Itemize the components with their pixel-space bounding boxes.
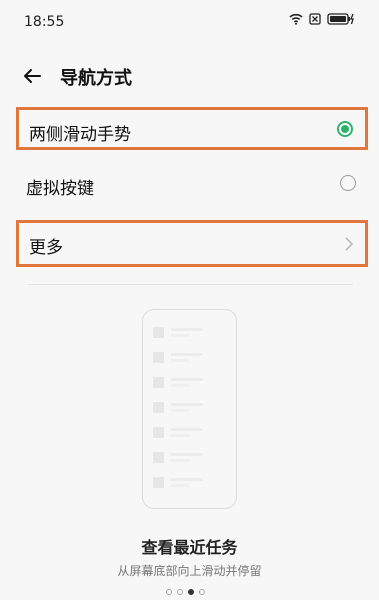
more-label: 更多 (29, 238, 63, 258)
page-dot[interactable] (177, 589, 183, 595)
preview-subtitle: 从屏幕底部向上滑动并停留 (117, 564, 262, 578)
more-settings-row[interactable]: 更多 (16, 220, 368, 267)
phone-illustration (142, 309, 237, 509)
option-gesture-navigation[interactable]: 两侧滑动手势 (16, 107, 368, 150)
page-dot[interactable] (199, 589, 205, 595)
sim-off-icon (309, 13, 321, 25)
option-label: 虚拟按键 (26, 179, 94, 199)
radio-selected-icon[interactable] (337, 121, 353, 137)
illustration-row (153, 402, 223, 416)
page-dot-active[interactable] (188, 589, 194, 595)
illustration-row (153, 427, 223, 441)
chevron-right-icon (345, 237, 354, 251)
option-virtual-keys[interactable]: 虚拟按键 (16, 164, 368, 206)
preview-title: 查看最近任务 (141, 538, 238, 557)
title-bar: 导航方式 (0, 58, 379, 94)
status-bar: 18:55 (0, 0, 379, 44)
page-dot[interactable] (166, 589, 172, 595)
illustration-row (153, 452, 223, 466)
wifi-icon (289, 13, 303, 25)
status-time: 18:55 (24, 14, 65, 30)
illustration-row (153, 352, 223, 366)
page-title: 导航方式 (60, 68, 132, 89)
divider (28, 284, 353, 285)
radio-unselected-icon[interactable] (340, 175, 356, 191)
option-label: 两侧滑动手势 (29, 125, 131, 145)
status-icons (289, 13, 355, 25)
arrow-left-icon[interactable] (22, 66, 42, 86)
page-indicator[interactable] (166, 589, 205, 595)
illustration-row (153, 477, 223, 491)
battery-charging-icon (327, 13, 354, 25)
illustration-row (153, 327, 223, 341)
illustration-row (153, 377, 223, 391)
